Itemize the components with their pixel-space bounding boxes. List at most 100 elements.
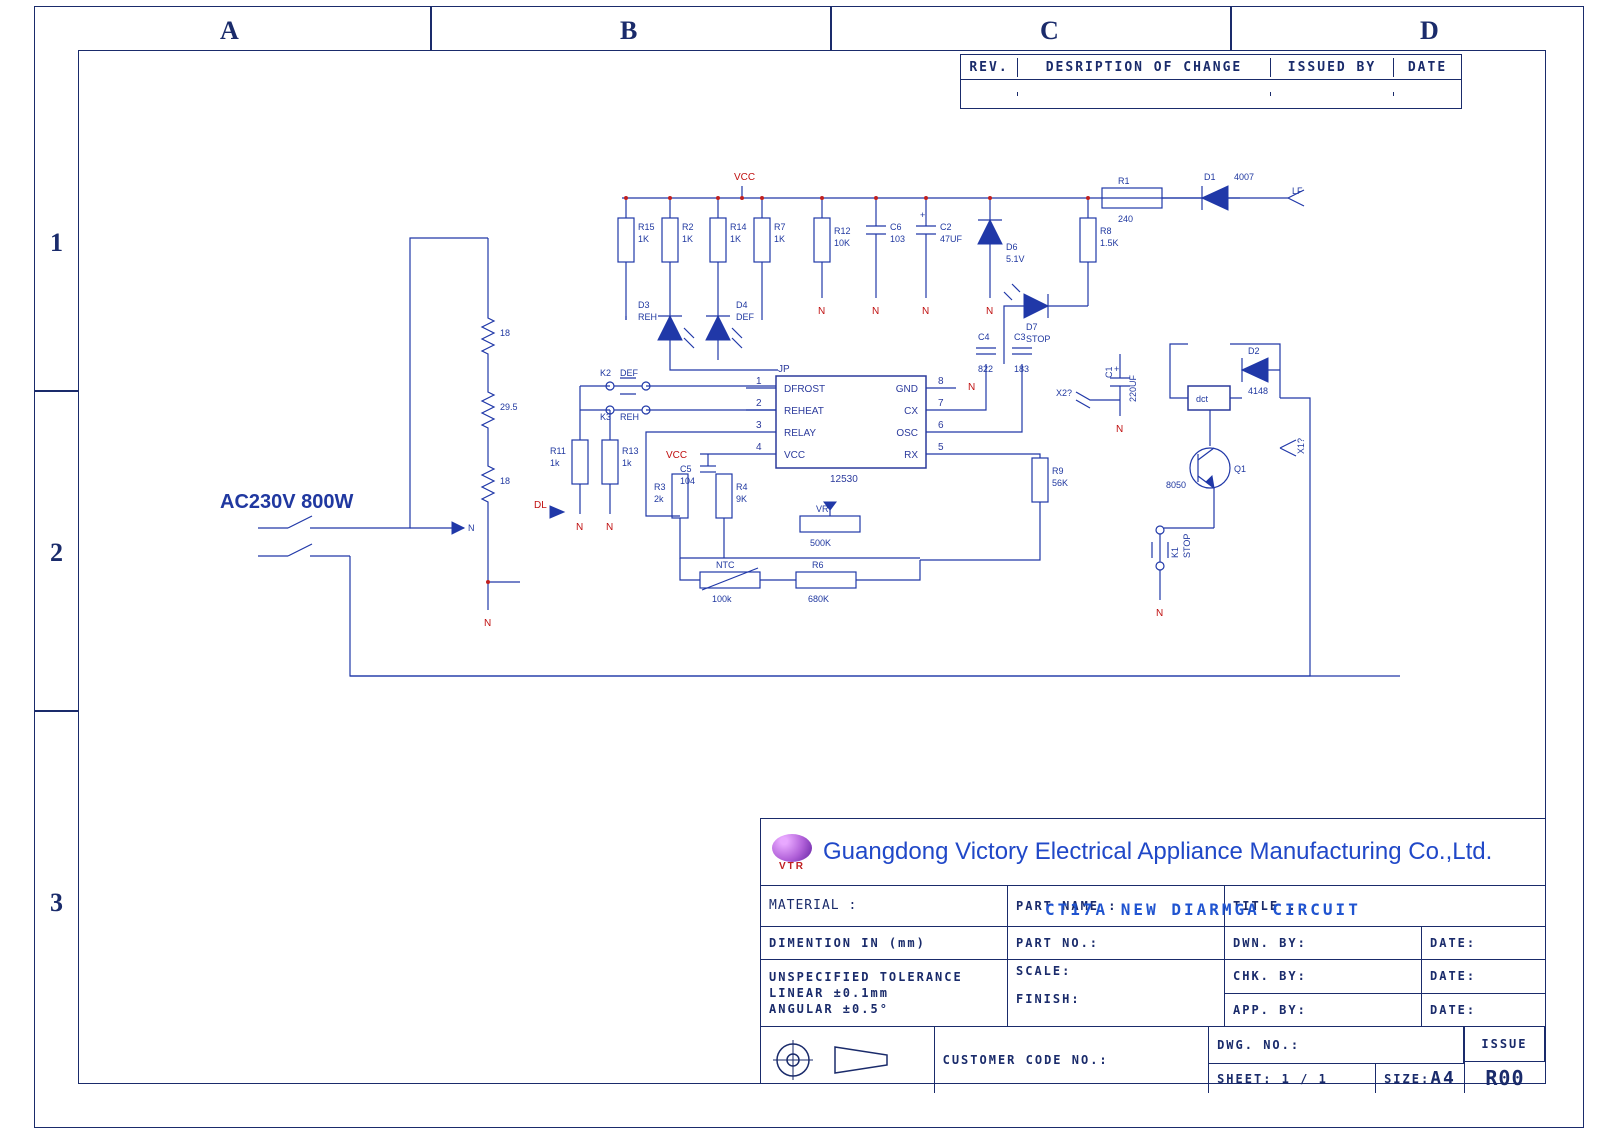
zone-number-1: 1 xyxy=(50,230,63,256)
svg-text:C6: C6 xyxy=(890,222,902,232)
svg-text:STOP: STOP xyxy=(1182,534,1192,558)
material-label: MATERIAL : xyxy=(761,886,1008,926)
svg-text:29.5: 29.5 xyxy=(500,402,518,412)
svg-text:10K: 10K xyxy=(834,238,850,248)
issue-label: ISSUE xyxy=(1465,1027,1545,1062)
heater-string: 18 29.5 18 DL xyxy=(482,238,564,610)
d6-zener: D6 5.1V N xyxy=(978,196,1025,317)
svg-text:REH: REH xyxy=(620,412,639,422)
rev-header-desc: DESRIPTION OF CHANGE xyxy=(1017,58,1270,77)
svg-text:7: 7 xyxy=(938,398,944,409)
svg-text:NTC: NTC xyxy=(716,560,735,570)
svg-text:1k: 1k xyxy=(550,458,560,468)
svg-text:D1: D1 xyxy=(1204,172,1216,182)
ic-12530: JP 12530 1DFROST 2REHEAT 3RELAY 4VCC 8GN… xyxy=(746,364,975,485)
svg-text:1K: 1K xyxy=(682,234,693,244)
svg-text:D6: D6 xyxy=(1006,242,1018,252)
svg-text:CX: CX xyxy=(904,406,918,417)
svg-text:N: N xyxy=(1116,424,1123,435)
svg-text:N: N xyxy=(1156,608,1163,619)
svg-text:500K: 500K xyxy=(810,538,831,548)
size-label: SIZE: xyxy=(1384,1072,1430,1086)
svg-text:R3: R3 xyxy=(654,482,666,492)
svg-text:REH: REH xyxy=(638,312,657,322)
customer-code-label: CUSTOMER CODE NO.: xyxy=(935,1027,1209,1093)
tick xyxy=(430,6,432,50)
svg-text:18: 18 xyxy=(500,476,510,486)
svg-text:8050: 8050 xyxy=(1166,480,1186,490)
svg-text:N: N xyxy=(968,382,975,393)
svg-text:C1: C1 xyxy=(1104,366,1114,378)
svg-text:18: 18 xyxy=(500,328,510,338)
sheet-label: SHEET: xyxy=(1217,1072,1272,1086)
svg-text:VCC: VCC xyxy=(666,450,687,461)
svg-text:183: 183 xyxy=(1014,364,1029,374)
dwg-no-label: DWG. NO.: xyxy=(1209,1027,1464,1064)
svg-text:X1?: X1? xyxy=(1296,438,1306,454)
dwn-by-label: DWN. BY: xyxy=(1225,927,1422,959)
svg-text:6: 6 xyxy=(938,420,944,431)
svg-text:1K: 1K xyxy=(638,234,649,244)
zone-number-3: 3 xyxy=(50,890,63,916)
svg-text:dct: dct xyxy=(1196,394,1209,404)
date-label-3: DATE: xyxy=(1422,994,1545,1027)
svg-text:R9: R9 xyxy=(1052,466,1064,476)
svg-text:C4: C4 xyxy=(978,332,990,342)
d7-led: D7 STOP xyxy=(1004,284,1088,364)
issue-value: R00 xyxy=(1465,1062,1545,1094)
svg-text:8: 8 xyxy=(938,376,944,387)
svg-text:1.5K: 1.5K xyxy=(1100,238,1119,248)
svg-text:D2: D2 xyxy=(1248,346,1260,356)
rev-header-date: DATE xyxy=(1393,58,1461,77)
finish-label: FINISH: xyxy=(1016,992,1081,1006)
r11-r13: R11 1k R13 1k NN xyxy=(550,386,639,533)
svg-text:N: N xyxy=(818,306,825,317)
part-name-value: CT17A NEW DIARMGA CIRCUIT xyxy=(1045,900,1361,919)
unspec-tol-label: UNSPECIFIED TOLERANCE xyxy=(769,970,963,984)
svg-text:R13: R13 xyxy=(622,446,639,456)
svg-text:680K: 680K xyxy=(808,594,829,604)
svg-text:K2: K2 xyxy=(600,368,611,378)
svg-text:100k: 100k xyxy=(712,594,732,604)
zone-letter-b: B xyxy=(620,18,637,44)
svg-text:R15: R15 xyxy=(638,222,655,232)
svg-text:JP: JP xyxy=(778,364,790,375)
svg-text:C3: C3 xyxy=(1014,332,1026,342)
svg-text:DEF: DEF xyxy=(736,312,755,322)
scale-label: SCALE: xyxy=(1016,964,1071,978)
r1: R1 240 xyxy=(1102,176,1162,224)
svg-text:N: N xyxy=(922,306,929,317)
svg-text:N: N xyxy=(872,306,879,317)
svg-text:3: 3 xyxy=(756,420,762,431)
svg-text:1K: 1K xyxy=(774,234,785,244)
zone-letter-a: A xyxy=(220,18,239,44)
svg-text:4: 4 xyxy=(756,442,762,453)
svg-text:R6: R6 xyxy=(812,560,824,570)
r8: R8 1.5K xyxy=(1080,196,1119,306)
svg-text:R14: R14 xyxy=(730,222,747,232)
svg-text:2k: 2k xyxy=(654,494,664,504)
c1: + C1 220UF N X2? xyxy=(1056,354,1138,435)
svg-text:RX: RX xyxy=(904,450,918,461)
svg-text:R8: R8 xyxy=(1100,226,1112,236)
part-no-label: PART NO.: xyxy=(1008,927,1225,959)
svg-text:R4: R4 xyxy=(736,482,748,492)
svg-text:D3: D3 xyxy=(638,300,650,310)
r9: R9 56K xyxy=(920,454,1068,560)
linear-tol-label: LINEAR ±0.1mm xyxy=(769,986,889,1000)
svg-text:OSC: OSC xyxy=(896,428,918,439)
svg-text:N: N xyxy=(468,523,475,533)
rc-top: R12 10K N C6 103 N + C2 47UF N xyxy=(814,196,963,317)
svg-text:240: 240 xyxy=(1118,214,1133,224)
revision-block: REV. DESRIPTION OF CHANGE ISSUED BY DATE xyxy=(960,54,1462,109)
svg-text:Q1: Q1 xyxy=(1234,464,1246,474)
svg-text:DEF: DEF xyxy=(620,368,639,378)
svg-text:DL: DL xyxy=(534,500,547,511)
svg-text:47UF: 47UF xyxy=(940,234,963,244)
svg-text:REHEAT: REHEAT xyxy=(784,406,824,417)
d3-d4-leds: D3 REH D4 DEF xyxy=(626,300,778,370)
svg-text:5: 5 xyxy=(938,442,944,453)
svg-text:N: N xyxy=(986,306,993,317)
angular-tol-label: ANGULAR ±0.5° xyxy=(769,1002,889,1016)
svg-text:5.1V: 5.1V xyxy=(1006,254,1025,264)
